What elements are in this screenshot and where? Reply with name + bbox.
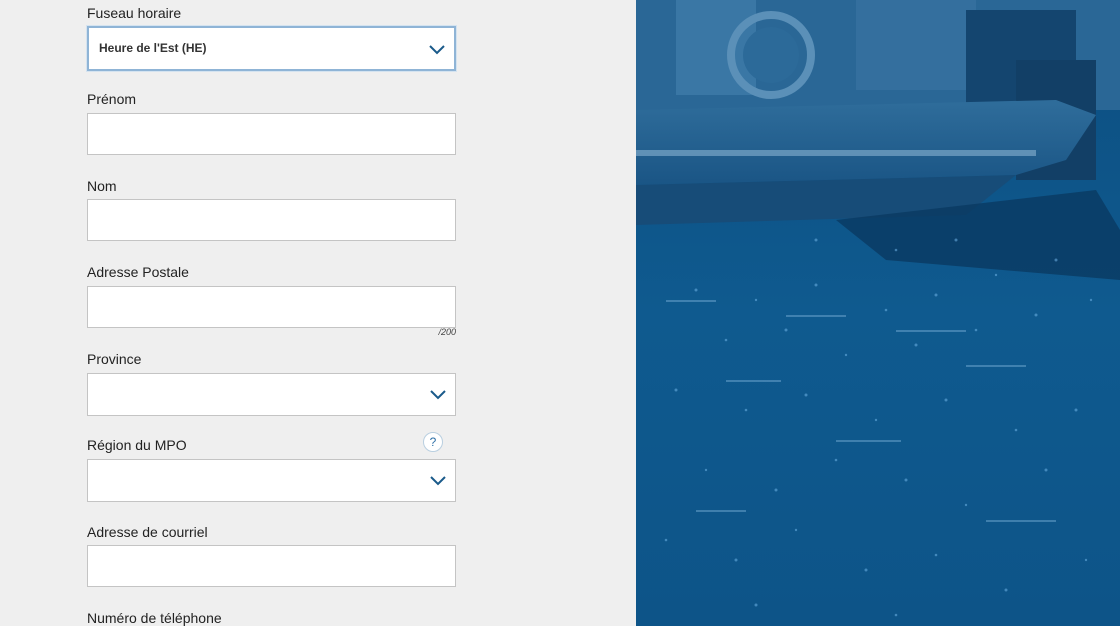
boat-photo-illustration: [636, 0, 1120, 626]
registration-page: Fuseau horaire Heure de l'Est (HE) Préno…: [0, 0, 1120, 626]
timezone-select[interactable]: Heure de l'Est (HE): [87, 26, 456, 71]
registration-form: Fuseau horaire Heure de l'Est (HE) Préno…: [0, 0, 636, 626]
chevron-down-icon: [429, 45, 445, 55]
boat-photo-image: [636, 0, 1120, 626]
chevron-down-icon: [430, 390, 446, 400]
first-name-label: Prénom: [87, 91, 137, 107]
dfo-region-label: Région du MPO: [87, 437, 187, 453]
postal-address-char-counter: /200: [438, 327, 456, 337]
postal-address-label: Adresse Postale: [87, 264, 189, 280]
help-icon[interactable]: ?: [423, 432, 443, 452]
phone-label: Numéro de téléphone: [87, 610, 222, 626]
timezone-selected-value: Heure de l'Est (HE): [99, 41, 207, 55]
province-label: Province: [87, 351, 142, 367]
dfo-region-select[interactable]: [87, 459, 456, 502]
email-field[interactable]: [87, 545, 456, 587]
chevron-down-icon: [430, 476, 446, 486]
last-name-label: Nom: [87, 178, 117, 194]
last-name-field[interactable]: [87, 199, 456, 241]
province-select[interactable]: [87, 373, 456, 416]
first-name-field[interactable]: [87, 113, 456, 155]
email-label: Adresse de courriel: [87, 524, 208, 540]
timezone-label: Fuseau horaire: [87, 5, 182, 21]
postal-address-field[interactable]: [87, 286, 456, 328]
